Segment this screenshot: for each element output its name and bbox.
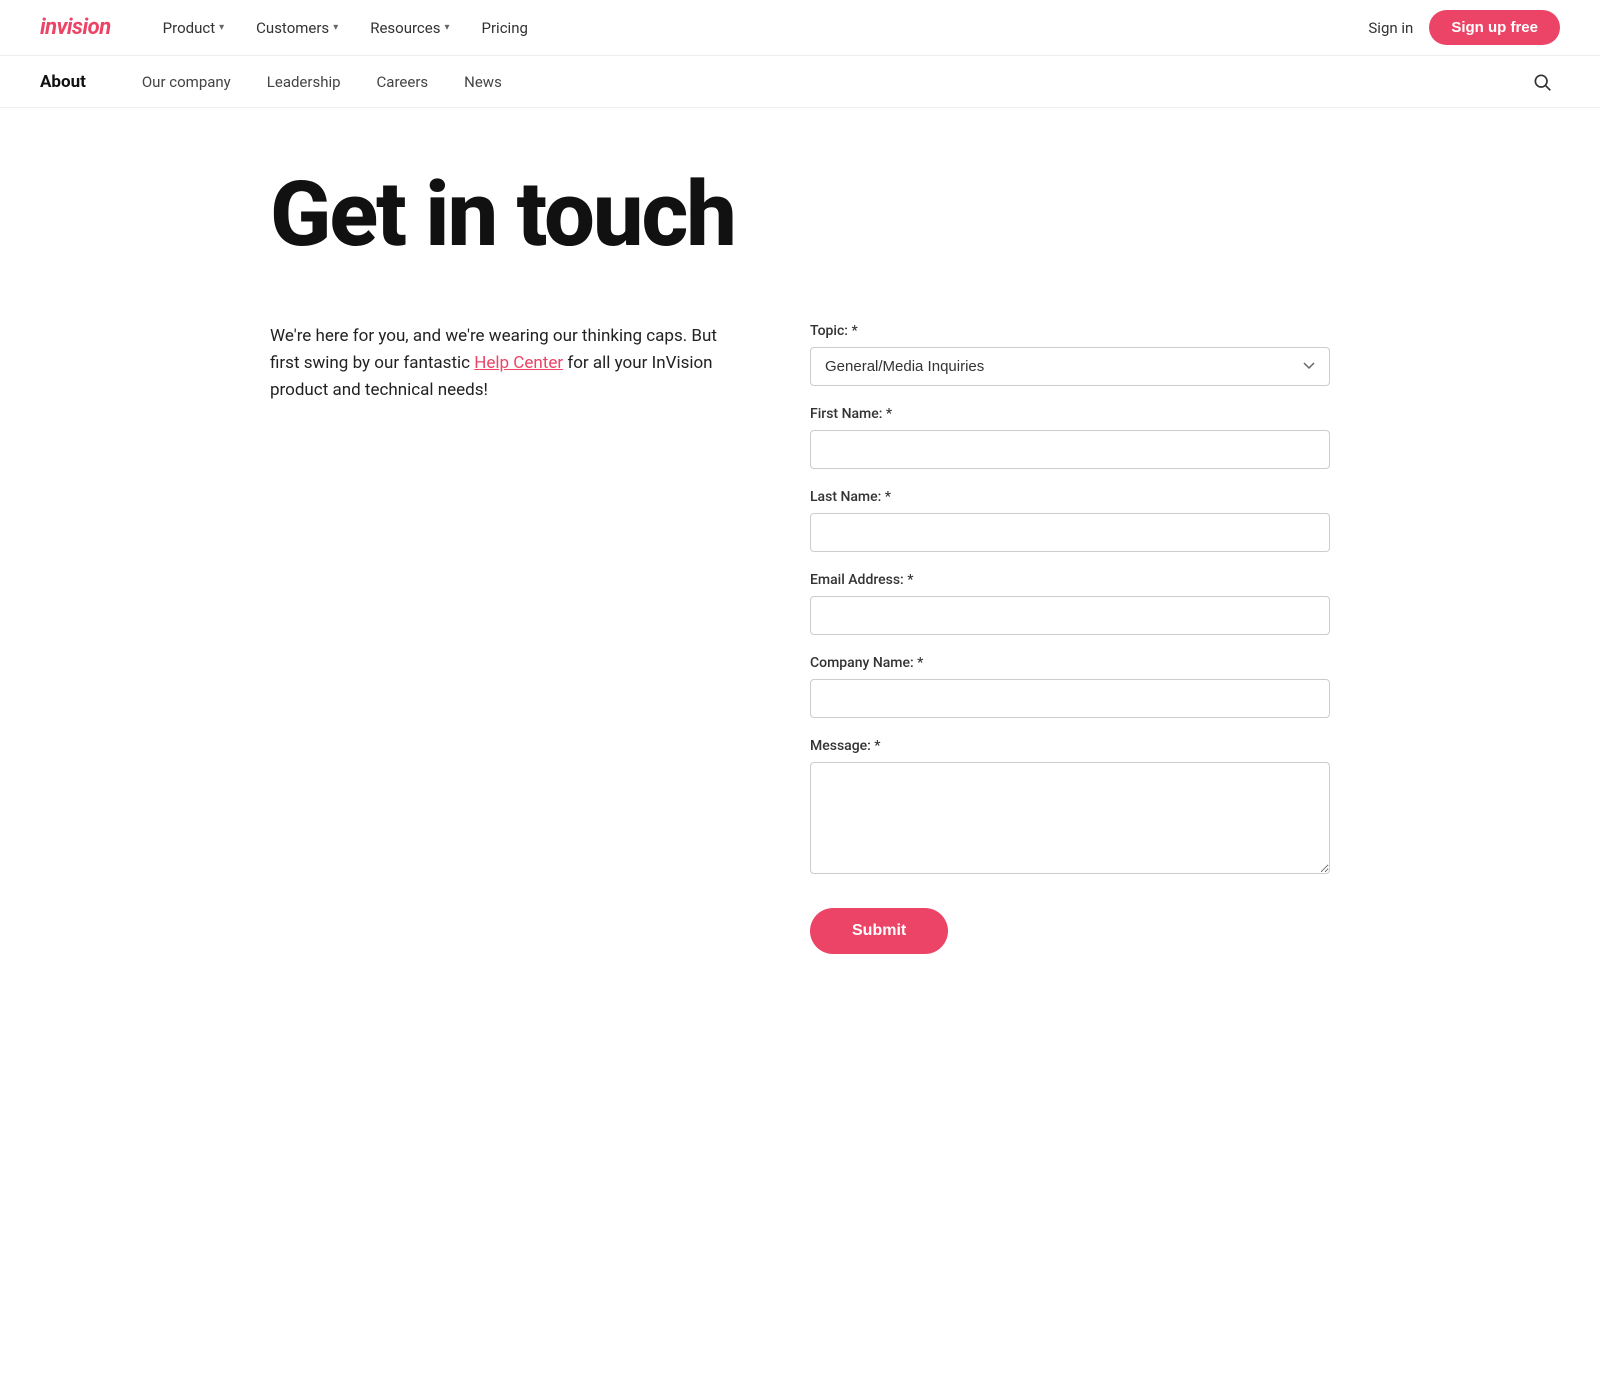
chevron-down-icon: ▾ [444, 22, 449, 33]
contact-form: Topic: * General/Media Inquiries Sales I… [810, 323, 1330, 954]
first-name-input[interactable] [810, 430, 1330, 469]
topic-group: Topic: * General/Media Inquiries Sales I… [810, 323, 1330, 386]
email-group: Email Address: * [810, 572, 1330, 635]
section-label: About [40, 72, 86, 92]
search-icon [1532, 72, 1552, 92]
nav-item-product[interactable]: Product ▾ [151, 11, 236, 45]
logo-text: invision [40, 15, 111, 40]
chevron-down-icon: ▾ [333, 22, 338, 33]
first-name-group: First Name: * [810, 406, 1330, 469]
content-row: We're here for you, and we're wearing ou… [270, 323, 1330, 954]
last-name-input[interactable] [810, 513, 1330, 552]
secondary-nav-item-news[interactable]: News [448, 65, 518, 99]
message-label: Message: * [810, 738, 1330, 754]
nav-item-pricing-label: Pricing [482, 19, 528, 37]
left-column: We're here for you, and we're wearing ou… [270, 323, 730, 405]
nav-item-customers[interactable]: Customers ▾ [244, 11, 350, 45]
sign-in-link[interactable]: Sign in [1368, 19, 1413, 37]
main-content: Get in touch We're here for you, and we'… [230, 108, 1370, 1014]
secondary-nav-item-our-company[interactable]: Our company [126, 65, 247, 99]
secondary-nav-item-careers[interactable]: Careers [361, 65, 445, 99]
message-group: Message: * [810, 738, 1330, 878]
search-button[interactable] [1524, 64, 1560, 100]
nav-item-product-label: Product [163, 19, 215, 37]
secondary-nav-links: Our company Leadership Careers News [126, 65, 1524, 99]
message-textarea[interactable] [810, 762, 1330, 874]
nav-item-resources-label: Resources [370, 19, 440, 37]
company-group: Company Name: * [810, 655, 1330, 718]
top-nav-links: Product ▾ Customers ▾ Resources ▾ Pricin… [151, 11, 1369, 45]
first-name-label: First Name: * [810, 406, 1330, 422]
topic-select[interactable]: General/Media Inquiries Sales Inquiry Pa… [810, 347, 1330, 386]
help-center-link[interactable]: Help Center [474, 353, 563, 373]
top-navigation: invision Product ▾ Customers ▾ Resources… [0, 0, 1600, 56]
email-input[interactable] [810, 596, 1330, 635]
email-label: Email Address: * [810, 572, 1330, 588]
topic-label: Topic: * [810, 323, 1330, 339]
top-nav-right: Sign in Sign up free [1368, 10, 1560, 45]
page-title: Get in touch [270, 168, 1330, 263]
company-input[interactable] [810, 679, 1330, 718]
chevron-down-icon: ▾ [219, 22, 224, 33]
intro-text: We're here for you, and we're wearing ou… [270, 323, 730, 405]
last-name-label: Last Name: * [810, 489, 1330, 505]
form: Topic: * General/Media Inquiries Sales I… [810, 323, 1330, 954]
secondary-navigation: About Our company Leadership Careers New… [0, 56, 1600, 108]
nav-item-customers-label: Customers [256, 19, 329, 37]
secondary-nav-item-leadership[interactable]: Leadership [251, 65, 357, 99]
company-label: Company Name: * [810, 655, 1330, 671]
submit-button[interactable]: Submit [810, 908, 948, 954]
nav-item-pricing[interactable]: Pricing [470, 11, 540, 45]
last-name-group: Last Name: * [810, 489, 1330, 552]
logo[interactable]: invision [40, 15, 111, 40]
nav-item-resources[interactable]: Resources ▾ [358, 11, 461, 45]
sign-up-button[interactable]: Sign up free [1429, 10, 1560, 45]
